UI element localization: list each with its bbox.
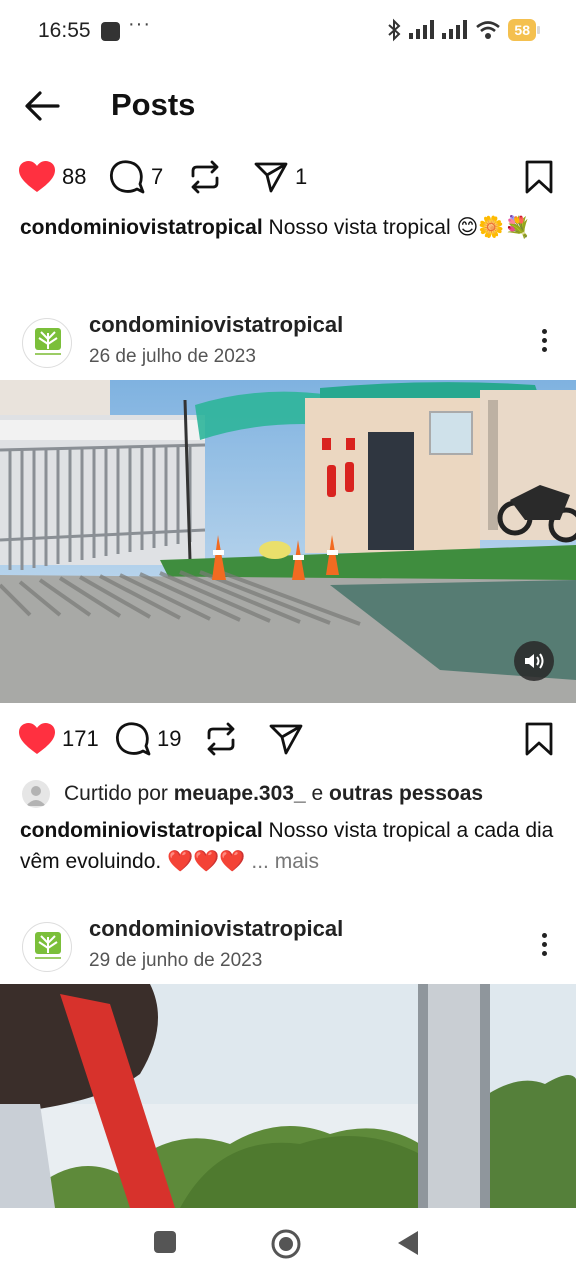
condo-logo-icon bbox=[35, 932, 61, 959]
bookmark-button[interactable] bbox=[524, 160, 554, 194]
wifi-icon bbox=[476, 21, 501, 39]
like-count: 88 bbox=[62, 164, 87, 189]
post-video[interactable] bbox=[0, 380, 576, 703]
page-title: Posts bbox=[111, 87, 196, 122]
app-header: Posts bbox=[0, 62, 576, 150]
bookmark-icon bbox=[525, 722, 553, 756]
repost-button[interactable] bbox=[188, 152, 222, 202]
system-nav-bar bbox=[0, 1208, 576, 1280]
post-username[interactable]: condominiovistatropical bbox=[89, 916, 343, 942]
battery-icon: 58 bbox=[508, 19, 540, 41]
send-icon bbox=[269, 724, 303, 755]
recents-button[interactable] bbox=[153, 1230, 177, 1254]
like-button[interactable]: 171 bbox=[18, 714, 99, 764]
like-count: 171 bbox=[62, 726, 99, 751]
heart-filled-icon bbox=[19, 161, 55, 192]
condo-logo-icon bbox=[35, 328, 61, 355]
bluetooth-icon bbox=[388, 18, 401, 42]
liked-avatar bbox=[22, 780, 50, 808]
post-image-frame bbox=[0, 984, 576, 1208]
avatar[interactable] bbox=[22, 922, 72, 972]
status-bar: 16:55 ··· 58 bbox=[0, 0, 576, 62]
more-dots-icon: ··· bbox=[128, 13, 151, 35]
comment-count: 19 bbox=[157, 726, 182, 751]
notification-icon bbox=[101, 22, 120, 41]
triangle-back-icon bbox=[398, 1231, 418, 1255]
user-icon bbox=[26, 786, 46, 806]
speaker-icon bbox=[525, 653, 544, 669]
bookmark-button[interactable] bbox=[524, 722, 554, 756]
status-time: 16:55 bbox=[38, 19, 91, 42]
more-link[interactable]: ... mais bbox=[251, 850, 319, 873]
post-date: 26 de julho de 2023 bbox=[89, 346, 256, 367]
comment-icon bbox=[109, 160, 145, 194]
post-caption-top: condominiovistatropical Nosso vista trop… bbox=[20, 212, 560, 243]
post-image[interactable] bbox=[0, 984, 576, 1208]
post-caption: condominiovistatropical Nosso vista trop… bbox=[20, 815, 560, 877]
post-video-frame bbox=[0, 380, 576, 703]
avatar[interactable] bbox=[22, 318, 72, 368]
caption-username[interactable]: condominiovistatropical bbox=[20, 216, 263, 239]
share-button[interactable]: 1 bbox=[253, 152, 307, 202]
signal-icon bbox=[409, 20, 435, 39]
liked-by-and: e bbox=[311, 782, 324, 805]
post-actions: 171 19 bbox=[0, 714, 576, 764]
liked-by[interactable]: Curtido por meuape.303_ e outras pessoas bbox=[22, 778, 483, 810]
comment-button[interactable]: 7 bbox=[109, 152, 163, 202]
share-count: 1 bbox=[295, 164, 308, 189]
comment-icon bbox=[115, 722, 151, 756]
back-nav-button[interactable] bbox=[396, 1230, 420, 1256]
more-options-button[interactable] bbox=[534, 930, 554, 960]
liked-by-user[interactable]: meuape.303_ bbox=[174, 782, 306, 806]
post-actions-top: 88 7 1 bbox=[0, 152, 576, 202]
bookmark-icon bbox=[525, 160, 553, 194]
square-icon bbox=[154, 1231, 176, 1253]
liked-by-others[interactable]: outras pessoas bbox=[329, 782, 483, 806]
repost-icon bbox=[191, 160, 219, 194]
liked-by-prefix: Curtido por bbox=[64, 782, 168, 805]
status-icons: 58 bbox=[386, 18, 540, 42]
like-button[interactable]: 88 bbox=[18, 152, 86, 202]
caption-text: Nosso vista tropical 😊🌼💐 bbox=[268, 216, 531, 239]
more-options-button[interactable] bbox=[534, 326, 554, 356]
signal-icon bbox=[442, 20, 468, 39]
mute-button[interactable] bbox=[514, 641, 554, 681]
post-username[interactable]: condominiovistatropical bbox=[89, 312, 343, 338]
arrow-left-icon bbox=[25, 91, 60, 121]
repost-button[interactable] bbox=[204, 714, 238, 764]
comment-button[interactable]: 19 bbox=[115, 714, 181, 764]
share-button[interactable] bbox=[268, 714, 304, 764]
caption-username[interactable]: condominiovistatropical bbox=[20, 819, 263, 842]
heart-filled-icon bbox=[19, 723, 55, 754]
post-header: condominiovistatropical 26 de julho de 2… bbox=[0, 312, 576, 382]
post-header: condominiovistatropical 29 de junho de 2… bbox=[0, 916, 576, 986]
back-button[interactable] bbox=[22, 88, 62, 124]
post-date: 29 de junho de 2023 bbox=[89, 950, 263, 971]
comment-count: 7 bbox=[151, 164, 164, 189]
home-button[interactable] bbox=[270, 1228, 302, 1260]
repost-icon bbox=[207, 722, 235, 756]
send-icon bbox=[254, 162, 288, 193]
